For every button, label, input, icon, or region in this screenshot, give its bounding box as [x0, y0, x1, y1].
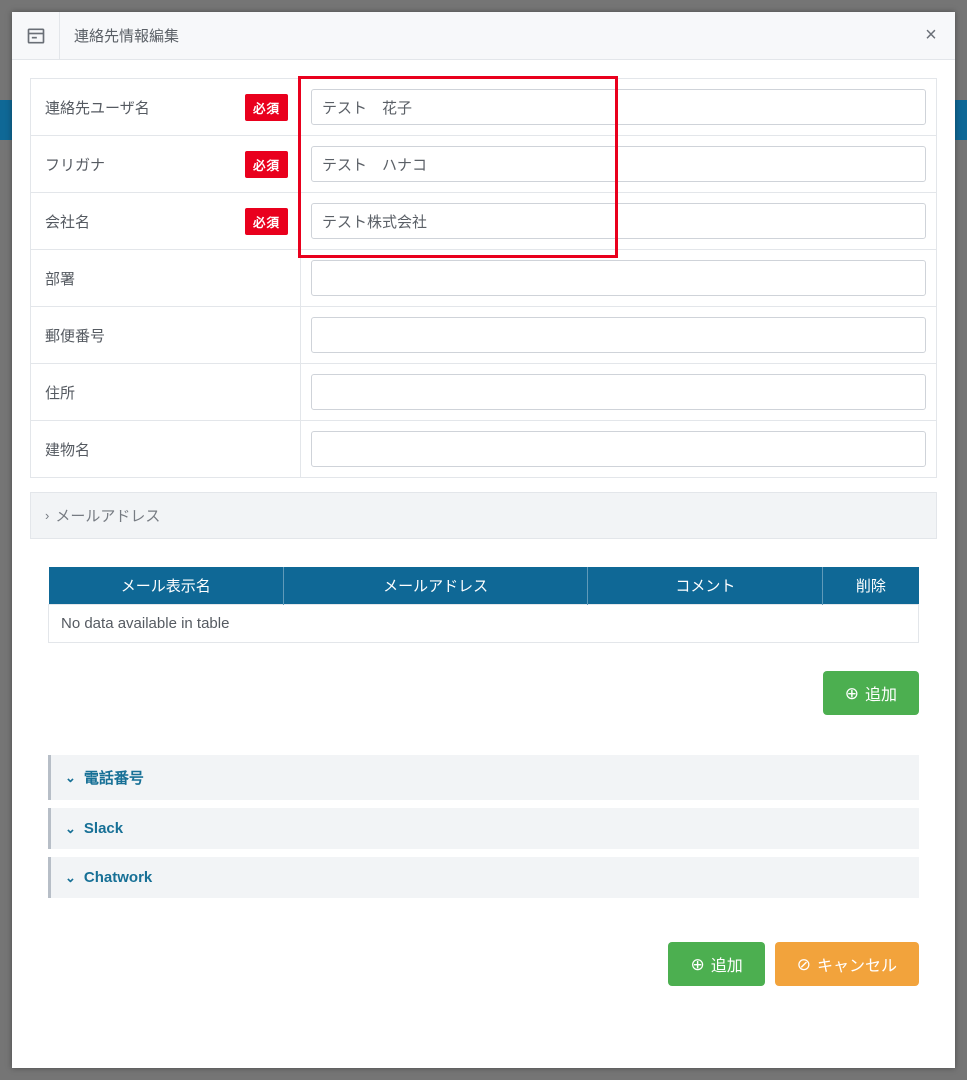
- input-username[interactable]: [311, 89, 926, 125]
- row-postal: 郵便番号: [31, 307, 936, 364]
- close-icon[interactable]: ×: [907, 12, 955, 59]
- required-badge: 必須: [245, 94, 288, 121]
- col-delete: 削除: [823, 567, 919, 605]
- required-badge: 必須: [245, 208, 288, 235]
- chevron-down-icon: ⌄: [65, 870, 76, 886]
- contact-edit-modal: 連絡先情報編集 × 連絡先ユーザ名 必須 フリガナ 必須: [12, 12, 955, 1068]
- plus-circle-icon: ⊕: [845, 685, 859, 702]
- section-phone[interactable]: ⌄ 電話番号: [48, 755, 919, 800]
- col-comment: コメント: [588, 567, 823, 605]
- label-postal: 郵便番号: [45, 325, 105, 346]
- add-mail-button[interactable]: ⊕ 追加: [823, 671, 919, 715]
- input-furigana[interactable]: [311, 146, 926, 182]
- cancel-icon: ⊘: [797, 956, 811, 973]
- input-building[interactable]: [311, 431, 926, 467]
- label-username: 連絡先ユーザ名: [45, 97, 150, 118]
- chevron-down-icon: ⌄: [65, 770, 76, 786]
- input-postal[interactable]: [311, 317, 926, 353]
- section-slack[interactable]: ⌄ Slack: [48, 808, 919, 849]
- row-building: 建物名: [31, 421, 936, 477]
- col-address: メールアドレス: [283, 567, 588, 605]
- row-username: 連絡先ユーザ名 必須: [31, 79, 936, 136]
- section-chatwork[interactable]: ⌄ Chatwork: [48, 857, 919, 898]
- mail-table: メール表示名 メールアドレス コメント 削除 No data available…: [48, 567, 919, 643]
- footer-actions: ⊕ 追加 ⊘ キャンセル: [30, 898, 937, 1004]
- required-badge: 必須: [245, 151, 288, 178]
- form-icon: [12, 12, 60, 59]
- modal-title: 連絡先情報編集: [60, 12, 907, 59]
- label-dept: 部署: [45, 268, 75, 289]
- label-building: 建物名: [45, 439, 90, 460]
- label-furigana: フリガナ: [45, 154, 105, 175]
- chevron-right-icon: ›: [45, 508, 49, 523]
- label-address: 住所: [45, 382, 75, 403]
- row-furigana: フリガナ 必須: [31, 136, 936, 193]
- cancel-button[interactable]: ⊘ キャンセル: [775, 942, 919, 986]
- input-dept[interactable]: [311, 260, 926, 296]
- mail-area: メール表示名 メールアドレス コメント 削除 No data available…: [30, 567, 937, 643]
- table-row-empty: No data available in table: [49, 605, 919, 643]
- modal-header: 連絡先情報編集 ×: [12, 12, 955, 60]
- input-company[interactable]: [311, 203, 926, 239]
- section-mail[interactable]: › メールアドレス: [30, 492, 937, 539]
- row-company: 会社名 必須: [31, 193, 936, 250]
- plus-circle-icon: ⊕: [690, 956, 704, 973]
- row-dept: 部署: [31, 250, 936, 307]
- modal-body: 連絡先ユーザ名 必須 フリガナ 必須: [12, 60, 955, 1068]
- col-display-name: メール表示名: [49, 567, 284, 605]
- label-company: 会社名: [45, 211, 90, 232]
- submit-add-button[interactable]: ⊕ 追加: [668, 942, 764, 986]
- empty-message: No data available in table: [49, 605, 919, 643]
- input-address[interactable]: [311, 374, 926, 410]
- chevron-down-icon: ⌄: [65, 821, 76, 837]
- row-address: 住所: [31, 364, 936, 421]
- contact-form: 連絡先ユーザ名 必須 フリガナ 必須: [30, 78, 937, 478]
